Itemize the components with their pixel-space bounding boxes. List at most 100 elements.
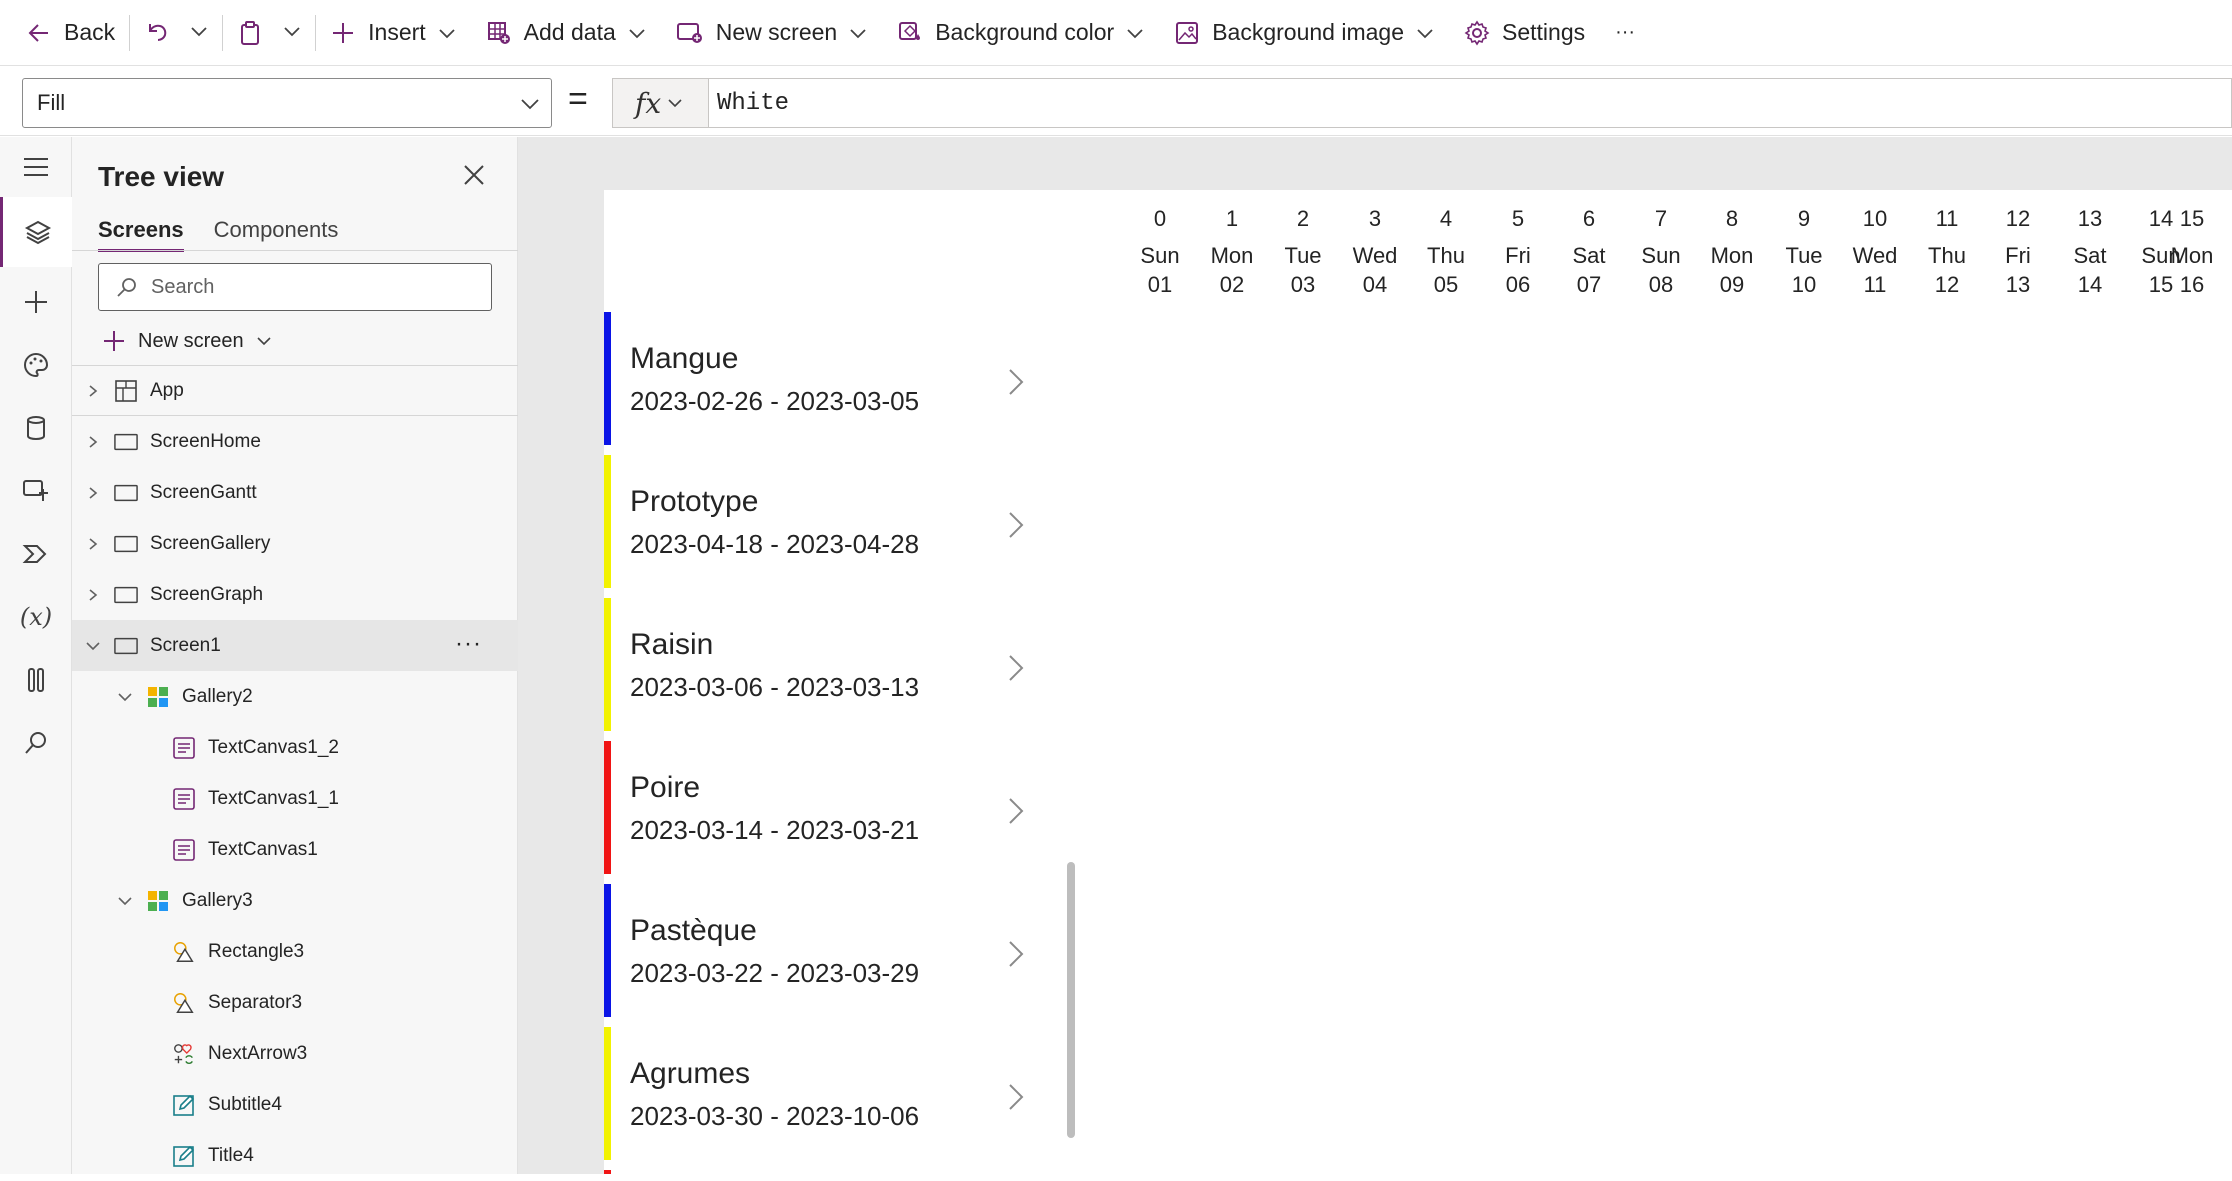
tree-node-edit[interactable]: Subtitle4 [72, 1079, 518, 1130]
day-date: 13 [2005, 272, 2031, 297]
gallery-item[interactable]: Poire 2023-03-14 - 2023-03-21 [604, 741, 1039, 874]
add-data-button[interactable]: Add data [486, 0, 646, 66]
day-date: 07 [1576, 272, 1602, 297]
chevron-right-icon[interactable] [82, 486, 104, 500]
chevron-right-icon[interactable] [1008, 654, 1024, 687]
variables-rail-button[interactable]: (x) [0, 587, 72, 647]
chevron-right-icon[interactable] [82, 384, 104, 398]
insert-button[interactable]: Insert [330, 0, 456, 66]
gallery-item[interactable]: Agrumes 2023-03-30 - 2023-10-06 [604, 1027, 1039, 1160]
gallery-icon [146, 685, 170, 709]
formula-input[interactable]: White [708, 78, 2232, 128]
undo-button[interactable] [144, 0, 170, 66]
chevron-right-icon[interactable] [82, 588, 104, 602]
tree-node-screen[interactable]: ScreenHome [72, 416, 518, 467]
day-index: 9 [1797, 206, 1811, 231]
color-bar [604, 1027, 611, 1160]
gallery-item[interactable]: Pastèque 2023-03-22 - 2023-03-29 [604, 884, 1039, 1017]
search-input[interactable]: Search [98, 263, 492, 311]
day-column: 11 Thu 12 [1907, 204, 1987, 299]
chevron-down-icon[interactable] [114, 894, 136, 908]
paste-button[interactable] [237, 0, 263, 66]
tree-node-shape[interactable]: Separator3 [72, 977, 518, 1028]
paste-menu-button[interactable] [283, 0, 301, 66]
screen-icon [114, 532, 138, 556]
tree-node-label: Rectangle3 [208, 940, 305, 962]
chevron-right-icon[interactable] [1008, 511, 1024, 544]
undo-menu-button[interactable] [190, 0, 208, 66]
day-weekday: Wed [1352, 243, 1398, 268]
media-rail-button[interactable] [0, 461, 72, 521]
tree-node-shape[interactable]: Rectangle3 [72, 926, 518, 977]
day-index: 5 [1511, 206, 1525, 231]
back-label: Back [64, 19, 116, 45]
property-dropdown[interactable]: Fill [22, 78, 552, 128]
tree-node-text[interactable]: TextCanvas1 [72, 824, 518, 875]
tree-view-button[interactable] [0, 197, 72, 267]
day-date: 12 [1934, 272, 1960, 297]
more-button[interactable]: ··· [1615, 0, 1635, 66]
tree-node-text[interactable]: TextCanvas1_2 [72, 722, 518, 773]
tree-node-gallery[interactable]: Gallery2 [72, 671, 518, 722]
gallery-item[interactable]: Prototype 2023-04-18 - 2023-04-28 [604, 455, 1039, 588]
tree-node-screen-selected[interactable]: Screen1 ··· [72, 620, 518, 671]
insert-rail-button[interactable] [0, 272, 72, 332]
search-rail-button[interactable] [0, 713, 72, 773]
tree-node-text[interactable]: TextCanvas1_1 [72, 773, 518, 824]
search-placeholder: Search [151, 275, 215, 298]
search-icon [25, 732, 46, 754]
day-date: 02 [1219, 272, 1245, 297]
tree-node-label: App [150, 379, 184, 401]
item-title: Poire [630, 771, 701, 804]
tree-node-icon[interactable]: NextArrow3 [72, 1028, 518, 1079]
chevron-right-icon[interactable] [1008, 940, 1024, 973]
app-screen[interactable]: 0 Sun 01 1 Mon 02 2 Tue 03 3 Wed 04 4 Thu 05 5 Fri 0… [604, 190, 2232, 1174]
tree-node-label: ScreenGraph [150, 583, 264, 605]
fx-button[interactable]: fx [612, 78, 708, 128]
tree-node-edit[interactable]: Title4 [72, 1130, 518, 1181]
tree-node-gallery[interactable]: Gallery3 [72, 875, 518, 926]
tab-screens[interactable]: Screens [98, 217, 184, 252]
chevron-right-icon[interactable] [82, 537, 104, 551]
chevron-right-icon[interactable] [1008, 368, 1024, 401]
tab-components[interactable]: Components [214, 217, 339, 252]
tree-node-screen[interactable]: ScreenGantt [72, 467, 518, 518]
hamburger-menu-button[interactable] [0, 137, 72, 197]
color-bar [604, 741, 611, 874]
background-color-button[interactable]: Background color [897, 0, 1144, 66]
chevron-right-icon[interactable] [1008, 1083, 1024, 1116]
new-screen-button[interactable]: New screen [676, 0, 867, 66]
day-date: 04 [1362, 272, 1388, 297]
chevron-down-icon[interactable] [82, 639, 104, 653]
tree-node-app[interactable]: App [72, 365, 518, 416]
day-weekday: Thu [1928, 243, 1966, 268]
tree-node-screen[interactable]: ScreenGallery [72, 518, 518, 569]
new-screen-tree-button[interactable]: New screen [102, 321, 272, 361]
color-bar [604, 455, 611, 588]
tree-node-screen[interactable]: ScreenGraph [72, 569, 518, 620]
item-dates: 2023-03-14 - 2023-03-21 [630, 815, 920, 845]
day-column: 2 Tue 03 [1263, 204, 1343, 299]
day-column: 3 Wed 04 [1335, 204, 1415, 299]
background-image-button[interactable]: Background image [1174, 0, 1434, 66]
close-button[interactable] [462, 163, 486, 192]
gallery-scrollbar[interactable] [1067, 862, 1075, 1138]
chevron-right-icon[interactable] [82, 435, 104, 449]
gallery-item[interactable]: Mangue 2023-02-26 - 2023-03-05 [604, 312, 1039, 445]
gallery-item[interactable]: Raisin 2023-03-06 - 2023-03-13 [604, 598, 1039, 731]
day-index: 11 [1935, 206, 1959, 231]
advanced-tools-rail-button[interactable] [0, 650, 72, 710]
chevron-down-icon [667, 95, 683, 111]
day-index: 0 [1153, 206, 1167, 231]
media-icon [23, 480, 48, 501]
data-rail-button[interactable] [0, 398, 72, 458]
themes-rail-button[interactable] [0, 335, 72, 395]
chevron-right-icon[interactable] [1008, 797, 1024, 830]
chevron-down-icon[interactable] [114, 690, 136, 704]
power-automate-rail-button[interactable] [0, 524, 72, 584]
divider [129, 14, 131, 51]
more-options-button[interactable]: ··· [455, 630, 482, 658]
property-value: Fill [37, 90, 66, 115]
settings-button[interactable]: Settings [1464, 0, 1585, 66]
back-button[interactable]: Back [26, 0, 115, 66]
